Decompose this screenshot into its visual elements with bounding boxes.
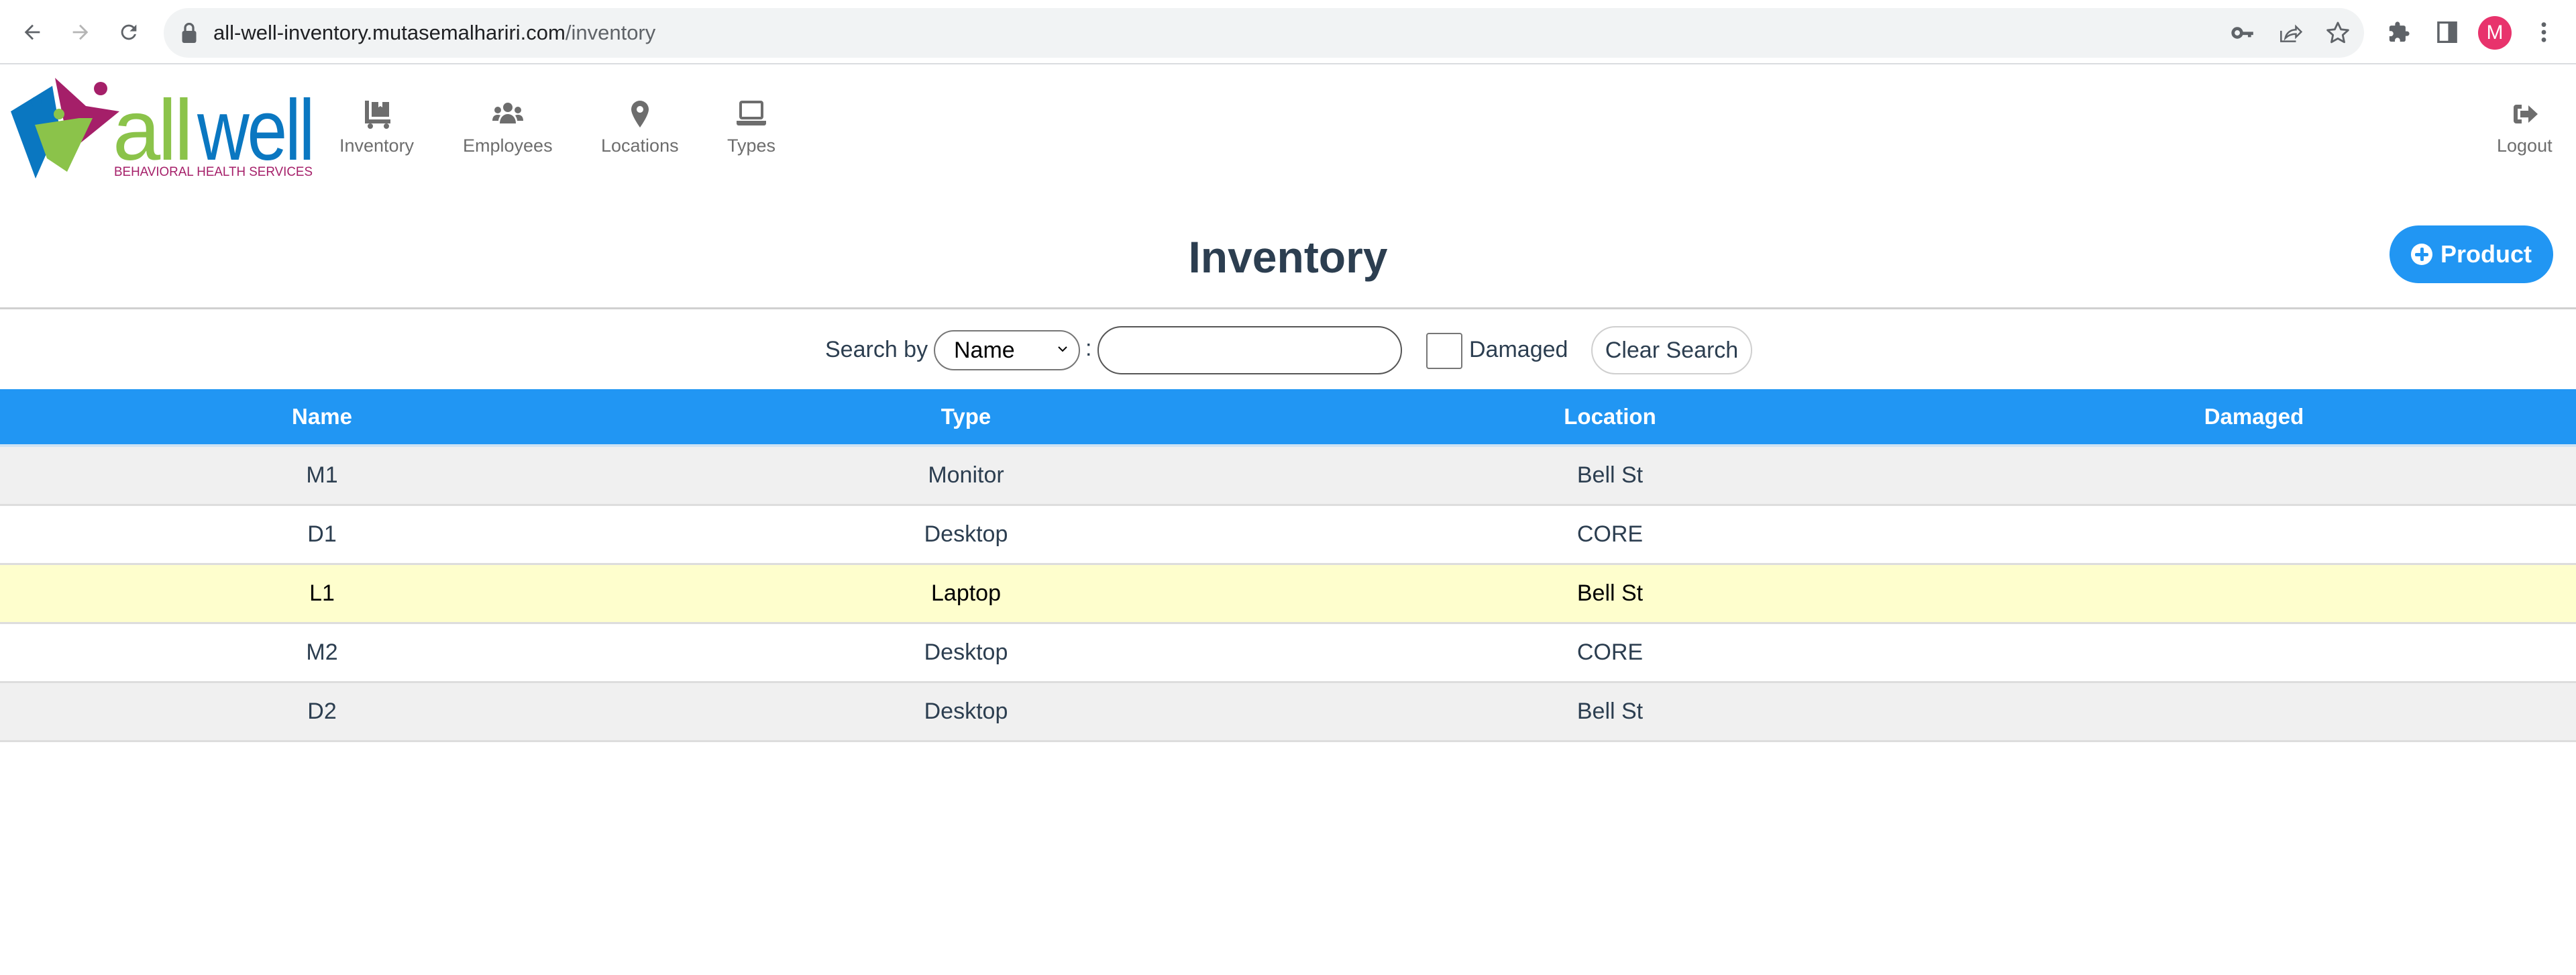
table-row[interactable]: D2 Desktop Bell St (0, 682, 2576, 742)
browser-toolbar: all-well-inventory.mutasemalhariri.com/i… (0, 0, 2576, 64)
key-icon[interactable] (2230, 20, 2255, 46)
back-button[interactable] (16, 16, 48, 48)
more-vert-icon (2541, 22, 2546, 42)
logo-dot-blue (31, 97, 42, 107)
cell-location: CORE (1288, 623, 1932, 683)
nav-inventory-label: Inventory (339, 136, 415, 156)
nav-types-label: Types (727, 136, 776, 156)
browser-menu-button[interactable] (2528, 16, 2560, 48)
inventory-table: Name Type Location Damaged M1 Monitor Be… (0, 389, 2576, 742)
search-input[interactable] (1097, 326, 1402, 374)
extensions-button[interactable] (2383, 16, 2415, 48)
puzzle-icon (2389, 21, 2410, 42)
damaged-checkbox-label: Damaged (1469, 337, 1568, 362)
users-icon (492, 103, 523, 123)
column-header-location[interactable]: Location (1288, 389, 1932, 447)
side-panel-button[interactable] (2431, 16, 2463, 48)
cell-damaged (1932, 564, 2576, 624)
search-by-label: Search by (825, 337, 928, 362)
share-icon[interactable] (2277, 20, 2302, 46)
cell-location: Bell St (1288, 564, 1932, 624)
side-panel-icon (2437, 21, 2457, 43)
address-bar[interactable]: all-well-inventory.mutasemalhariri.com/i… (164, 8, 2364, 58)
lock-icon (182, 23, 197, 43)
add-product-label: Product (2440, 240, 2532, 268)
logo-wordmark-all: all (113, 83, 191, 178)
cell-location: Bell St (1288, 446, 1932, 506)
logout-button[interactable]: Logout (2497, 99, 2553, 156)
cell-damaged (1932, 505, 2576, 565)
dolly-box-icon (364, 101, 390, 129)
nav-employees-label: Employees (463, 136, 553, 156)
logo-dot-magenta (94, 82, 107, 95)
nav-inventory[interactable]: Inventory (339, 99, 414, 156)
bookmark-star-icon[interactable] (2325, 20, 2351, 46)
cell-damaged (1932, 682, 2576, 742)
cell-damaged (1932, 623, 2576, 683)
nav-employees[interactable]: Employees (463, 99, 553, 156)
nav-locations[interactable]: Locations (601, 99, 679, 156)
cell-location: CORE (1288, 505, 1932, 565)
cell-location: Bell St (1288, 682, 1932, 742)
arrow-right-icon (72, 24, 89, 40)
cell-name: D1 (0, 505, 644, 565)
cell-name: M2 (0, 623, 644, 683)
cell-type: Monitor (644, 446, 1288, 506)
cell-type: Laptop (644, 564, 1288, 624)
column-header-name[interactable]: Name (0, 389, 644, 447)
table-header-row: Name Type Location Damaged (0, 389, 2576, 447)
plus-circle-icon (2410, 244, 2432, 265)
map-marker-icon (631, 101, 649, 127)
cell-name: D2 (0, 682, 644, 742)
cell-type: Desktop (644, 623, 1288, 683)
logo-wordmark-well: well (197, 83, 313, 178)
url-path: /inventory (565, 21, 656, 44)
chevron-down-icon (1058, 346, 1067, 352)
profile-avatar[interactable]: M (2478, 16, 2512, 50)
logo-emblem-green (35, 118, 93, 172)
table-row-highlighted[interactable]: L1 Laptop Bell St (0, 564, 2576, 624)
cell-type: Desktop (644, 505, 1288, 565)
cell-damaged (1932, 446, 2576, 506)
cell-type: Desktop (644, 682, 1288, 742)
sign-out-icon (2514, 105, 2538, 123)
search-separator: : (1085, 336, 1092, 361)
add-product-button[interactable]: Product (2390, 225, 2553, 283)
table-row[interactable]: M2 Desktop CORE (0, 623, 2576, 683)
app-header: all well BEHAVIORAL HEALTH SERVICES Inve… (0, 66, 2576, 187)
column-header-damaged[interactable]: Damaged (1932, 389, 2576, 447)
nav-types[interactable]: Types (727, 99, 775, 156)
arrow-left-icon (24, 24, 40, 40)
logout-label: Logout (2497, 136, 2553, 156)
allwell-logo[interactable]: all well BEHAVIORAL HEALTH SERVICES (5, 71, 314, 178)
page-title: Inventory (1188, 232, 1388, 282)
search-bar: Search by Name : Damaged Clear Search (0, 326, 2576, 374)
logo-dot-green (54, 109, 64, 119)
reload-button[interactable] (113, 16, 145, 48)
table-row[interactable]: D1 Desktop CORE (0, 505, 2576, 565)
url-text[interactable]: all-well-inventory.mutasemalhariri.com/i… (213, 8, 655, 58)
column-header-type[interactable]: Type (644, 389, 1288, 447)
title-divider (0, 307, 2576, 309)
url-host: all-well-inventory.mutasemalhariri.com (213, 21, 566, 44)
search-field-select[interactable]: Name (934, 330, 1080, 370)
cell-name: L1 (0, 564, 644, 624)
clear-search-button[interactable]: Clear Search (1591, 326, 1752, 374)
damaged-checkbox[interactable] (1426, 333, 1462, 369)
reload-icon (121, 24, 137, 40)
laptop-icon (737, 101, 767, 125)
table-row[interactable]: M1 Monitor Bell St (0, 446, 2576, 506)
nav-locations-label: Locations (601, 136, 679, 156)
logo-tagline: BEHAVIORAL HEALTH SERVICES (114, 165, 313, 178)
forward-button[interactable] (64, 16, 97, 48)
search-field-selected: Name (954, 338, 1015, 363)
cell-name: M1 (0, 446, 644, 506)
